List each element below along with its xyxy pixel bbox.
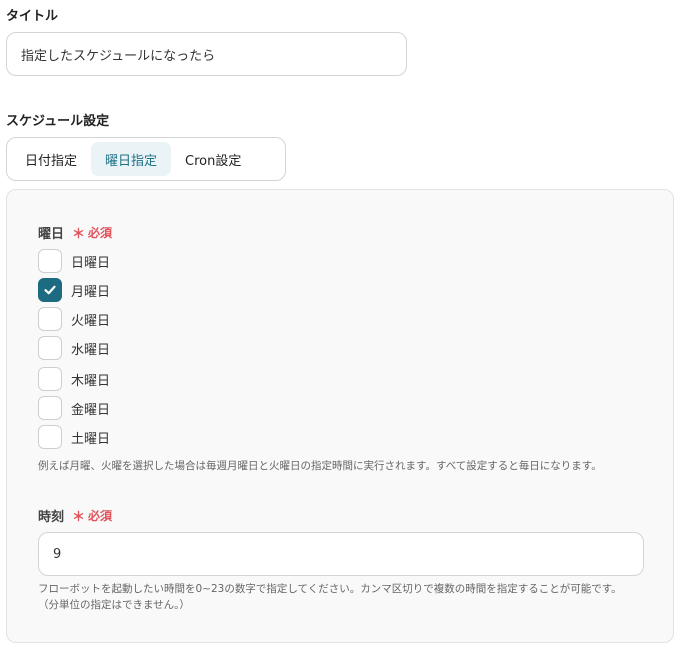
checkbox-wednesday-row[interactable]: 水曜日	[38, 336, 110, 360]
checkbox-tuesday-label: 火曜日	[71, 313, 111, 329]
required-text: 必須	[88, 226, 113, 240]
time-label-text: 時刻	[38, 510, 65, 525]
tab-cron[interactable]: Cron設定	[171, 142, 255, 176]
checkbox-saturday-row[interactable]: 土曜日	[38, 425, 110, 449]
required-asterisk-icon: ＊	[72, 510, 86, 525]
time-help-text: フローボットを起動したい時間を0~23の数字で指定してください。カンマ区切りで複…	[38, 581, 658, 613]
checkbox-wednesday[interactable]	[38, 336, 62, 360]
checkbox-sunday-label: 日曜日	[71, 255, 111, 271]
time-required-badge: ＊ 必須	[72, 506, 112, 525]
required-text: 必須	[88, 509, 113, 523]
checkbox-saturday[interactable]	[38, 425, 62, 449]
checkbox-monday-label: 月曜日	[71, 284, 111, 300]
checkbox-thursday-row[interactable]: 木曜日	[38, 367, 110, 391]
time-help-line2: （分単位の指定はできません。）	[38, 599, 190, 611]
schedule-tab-group: 日付指定 曜日指定 Cron設定	[6, 137, 286, 181]
weekday-settings-panel: 曜日 ＊ 必須 日曜日 月曜日 火曜日 水曜日 木曜日 金曜日 土曜日 例えば月…	[6, 189, 674, 643]
checkbox-monday-row[interactable]: 月曜日	[38, 278, 110, 302]
title-label: タイトル	[6, 9, 59, 24]
tab-date[interactable]: 日付指定	[11, 142, 91, 176]
time-help-line1: フローボットを起動したい時間を0~23の数字で指定してください。カンマ区切りで複…	[38, 583, 622, 595]
checkbox-friday[interactable]	[38, 396, 62, 420]
title-input[interactable]	[6, 32, 407, 76]
checkbox-sunday-row[interactable]: 日曜日	[38, 249, 110, 273]
schedule-label: スケジュール設定	[6, 114, 110, 129]
time-input[interactable]	[38, 532, 644, 576]
checkbox-monday[interactable]	[38, 278, 62, 302]
checkbox-tuesday-row[interactable]: 火曜日	[38, 307, 110, 331]
checkbox-sunday[interactable]	[38, 249, 62, 273]
checkbox-friday-row[interactable]: 金曜日	[38, 396, 110, 420]
checkbox-wednesday-label: 水曜日	[71, 342, 111, 358]
checkbox-thursday[interactable]	[38, 367, 62, 391]
checkbox-thursday-label: 木曜日	[71, 373, 111, 389]
checkbox-friday-label: 金曜日	[71, 402, 111, 418]
weekday-label-text: 曜日	[38, 227, 65, 242]
weekday-help-text: 例えば月曜、火曜を選択した場合は毎週月曜日と火曜日の指定時間に実行されます。すべ…	[38, 460, 602, 472]
tab-weekday[interactable]: 曜日指定	[91, 142, 172, 176]
time-label: 時刻 ＊ 必須	[38, 506, 112, 525]
required-asterisk-icon: ＊	[72, 227, 86, 242]
check-icon	[44, 285, 56, 295]
weekday-required-badge: ＊ 必須	[72, 223, 112, 242]
checkbox-tuesday[interactable]	[38, 307, 62, 331]
checkbox-saturday-label: 土曜日	[71, 431, 111, 447]
weekday-label: 曜日 ＊ 必須	[38, 223, 112, 242]
